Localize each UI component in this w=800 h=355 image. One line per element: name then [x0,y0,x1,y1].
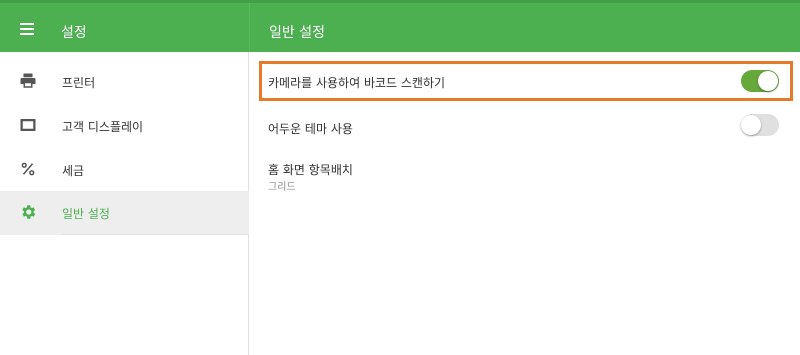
percent-icon [21,162,35,176]
printer-icon [20,73,36,88]
sidebar-item-label: 고객 디스플레이 [62,120,144,134]
app-bar-left: 설정 [0,3,249,52]
setting-label: 홈 화면 항목배치 [268,163,353,177]
app-bar-divider [249,3,250,52]
setting-home-layout[interactable]: 홈 화면 항목배치 그리드 [250,152,800,202]
app-bar: 설정 일반 설정 [0,0,800,52]
toggle-knob [758,71,778,91]
setting-barcode-camera[interactable]: 카메라를 사용하여 바코드 스캔하기 [250,61,800,101]
sidebar-item-label: 세금 [62,164,85,178]
settings-title: 설정 [61,25,87,41]
toggle-knob [741,115,761,135]
section-title: 일반 설정 [269,25,325,41]
sidebar-item-label: 일반 설정 [62,207,110,221]
dark-theme-toggle[interactable] [741,114,779,136]
setting-dark-theme[interactable]: 어두운 테마 사용 [250,107,800,147]
sidebar: 프린터 고객 디스플레이 세금 일반 설정 [0,52,249,355]
setting-label: 어두운 테마 사용 [268,122,353,136]
menu-icon-line [20,28,34,30]
sidebar-item-printer[interactable]: 프린터 [0,60,249,104]
display-icon [20,119,36,131]
menu-icon[interactable] [16,16,40,40]
menu-icon-line [20,23,34,25]
sidebar-item-tax[interactable]: 세금 [0,148,249,192]
settings-app: 설정 일반 설정 프린터 고객 디스플레이 세금 일반 설정 카메라를 사용하여… [0,0,800,355]
barcode-camera-toggle[interactable] [741,70,779,92]
sidebar-item-general-settings[interactable]: 일반 설정 [0,191,249,235]
menu-icon-line [20,33,34,35]
settings-panel: 카메라를 사용하여 바코드 스캔하기 어두운 테마 사용 홈 화면 항목배치 그… [250,52,800,355]
divider [62,234,249,235]
setting-value: 그리드 [268,182,296,193]
setting-label: 카메라를 사용하여 바코드 스캔하기 [268,76,446,90]
sidebar-item-customer-display[interactable]: 고객 디스플레이 [0,104,249,148]
sidebar-item-label: 프린터 [62,76,96,90]
gear-icon [22,205,36,219]
